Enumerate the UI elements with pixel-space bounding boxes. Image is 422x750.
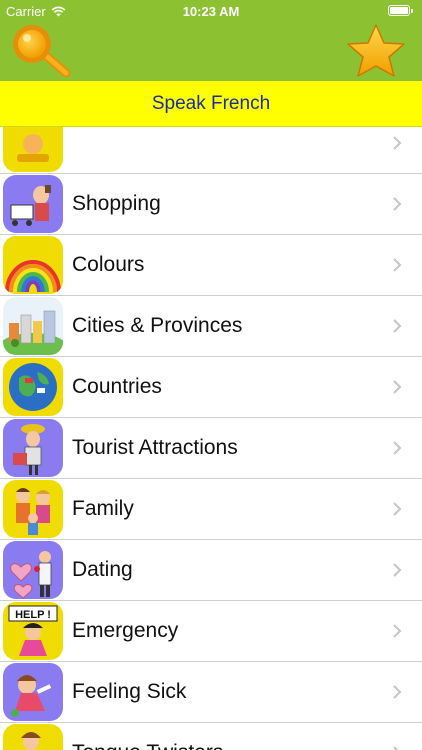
favorites-button[interactable] xyxy=(344,24,408,78)
list-item-shopping[interactable]: Shopping xyxy=(0,174,422,235)
countries-thumbnail xyxy=(3,358,63,416)
shopping-thumbnail xyxy=(3,175,63,233)
tourist-attractions-thumbnail xyxy=(3,419,63,477)
chevron-right-icon xyxy=(393,258,402,272)
family-thumbnail xyxy=(3,480,63,538)
chevron-right-icon xyxy=(393,624,402,638)
search-button[interactable] xyxy=(8,24,74,78)
tongue-twisters-thumbnail xyxy=(3,724,63,750)
list-item-label: Cities & Provinces xyxy=(72,314,243,337)
chevron-right-icon xyxy=(393,563,402,577)
battery-icon xyxy=(388,5,413,16)
chevron-right-icon xyxy=(393,441,402,455)
list-item-label: Countries xyxy=(72,375,162,398)
magnifying-glass-icon xyxy=(13,25,71,78)
list-item-label: Family xyxy=(72,497,134,520)
star-icon xyxy=(347,24,405,77)
category-thumbnail xyxy=(3,127,63,172)
list-item-cities-provinces[interactable]: Cities & Provinces xyxy=(0,296,422,357)
list-item-label: Tourist Attractions xyxy=(72,436,238,459)
list-item[interactable] xyxy=(0,127,422,174)
list-item-emergency[interactable]: HELP ! Emergency xyxy=(0,601,422,662)
list-item-tourist-attractions[interactable]: Tourist Attractions xyxy=(0,418,422,479)
feeling-sick-thumbnail xyxy=(3,663,63,721)
chevron-right-icon xyxy=(393,136,402,150)
emergency-sign-text: HELP ! xyxy=(15,609,51,621)
chevron-right-icon xyxy=(393,502,402,516)
list-item-colours[interactable]: Colours xyxy=(0,235,422,296)
list-item-family[interactable]: Family xyxy=(0,479,422,540)
category-list[interactable]: Shopping Colours Cities & Provinces Coun… xyxy=(0,127,422,750)
chevron-right-icon xyxy=(393,380,402,394)
cities-thumbnail xyxy=(3,297,63,355)
list-item-feeling-sick[interactable]: Feeling Sick xyxy=(0,662,422,723)
chevron-right-icon xyxy=(393,197,402,211)
list-item-dating[interactable]: Dating xyxy=(0,540,422,601)
list-item-label: Dating xyxy=(72,558,133,581)
list-item-label: Tongue Twisters xyxy=(72,723,223,750)
emergency-thumbnail: HELP ! xyxy=(3,602,63,660)
list-item-label: Colours xyxy=(72,253,145,276)
chevron-right-icon xyxy=(393,685,402,699)
list-item-tongue-twisters[interactable]: Tongue Twisters xyxy=(0,723,422,750)
list-item-label: Feeling Sick xyxy=(72,680,187,703)
list-item-countries[interactable]: Countries xyxy=(0,357,422,418)
clock: 10:23 AM xyxy=(182,4,240,19)
page-title: Speak French xyxy=(151,92,271,114)
list-item-label: Shopping xyxy=(72,192,161,215)
chevron-right-icon xyxy=(393,746,399,750)
nav-bar xyxy=(0,24,422,81)
dating-thumbnail xyxy=(3,541,63,599)
status-bar: Carrier 10:23 AM xyxy=(0,0,422,24)
colours-thumbnail xyxy=(3,236,63,294)
chevron-right-icon xyxy=(393,319,402,333)
list-item-label: Emergency xyxy=(72,619,179,642)
title-banner: Speak French xyxy=(0,81,422,127)
